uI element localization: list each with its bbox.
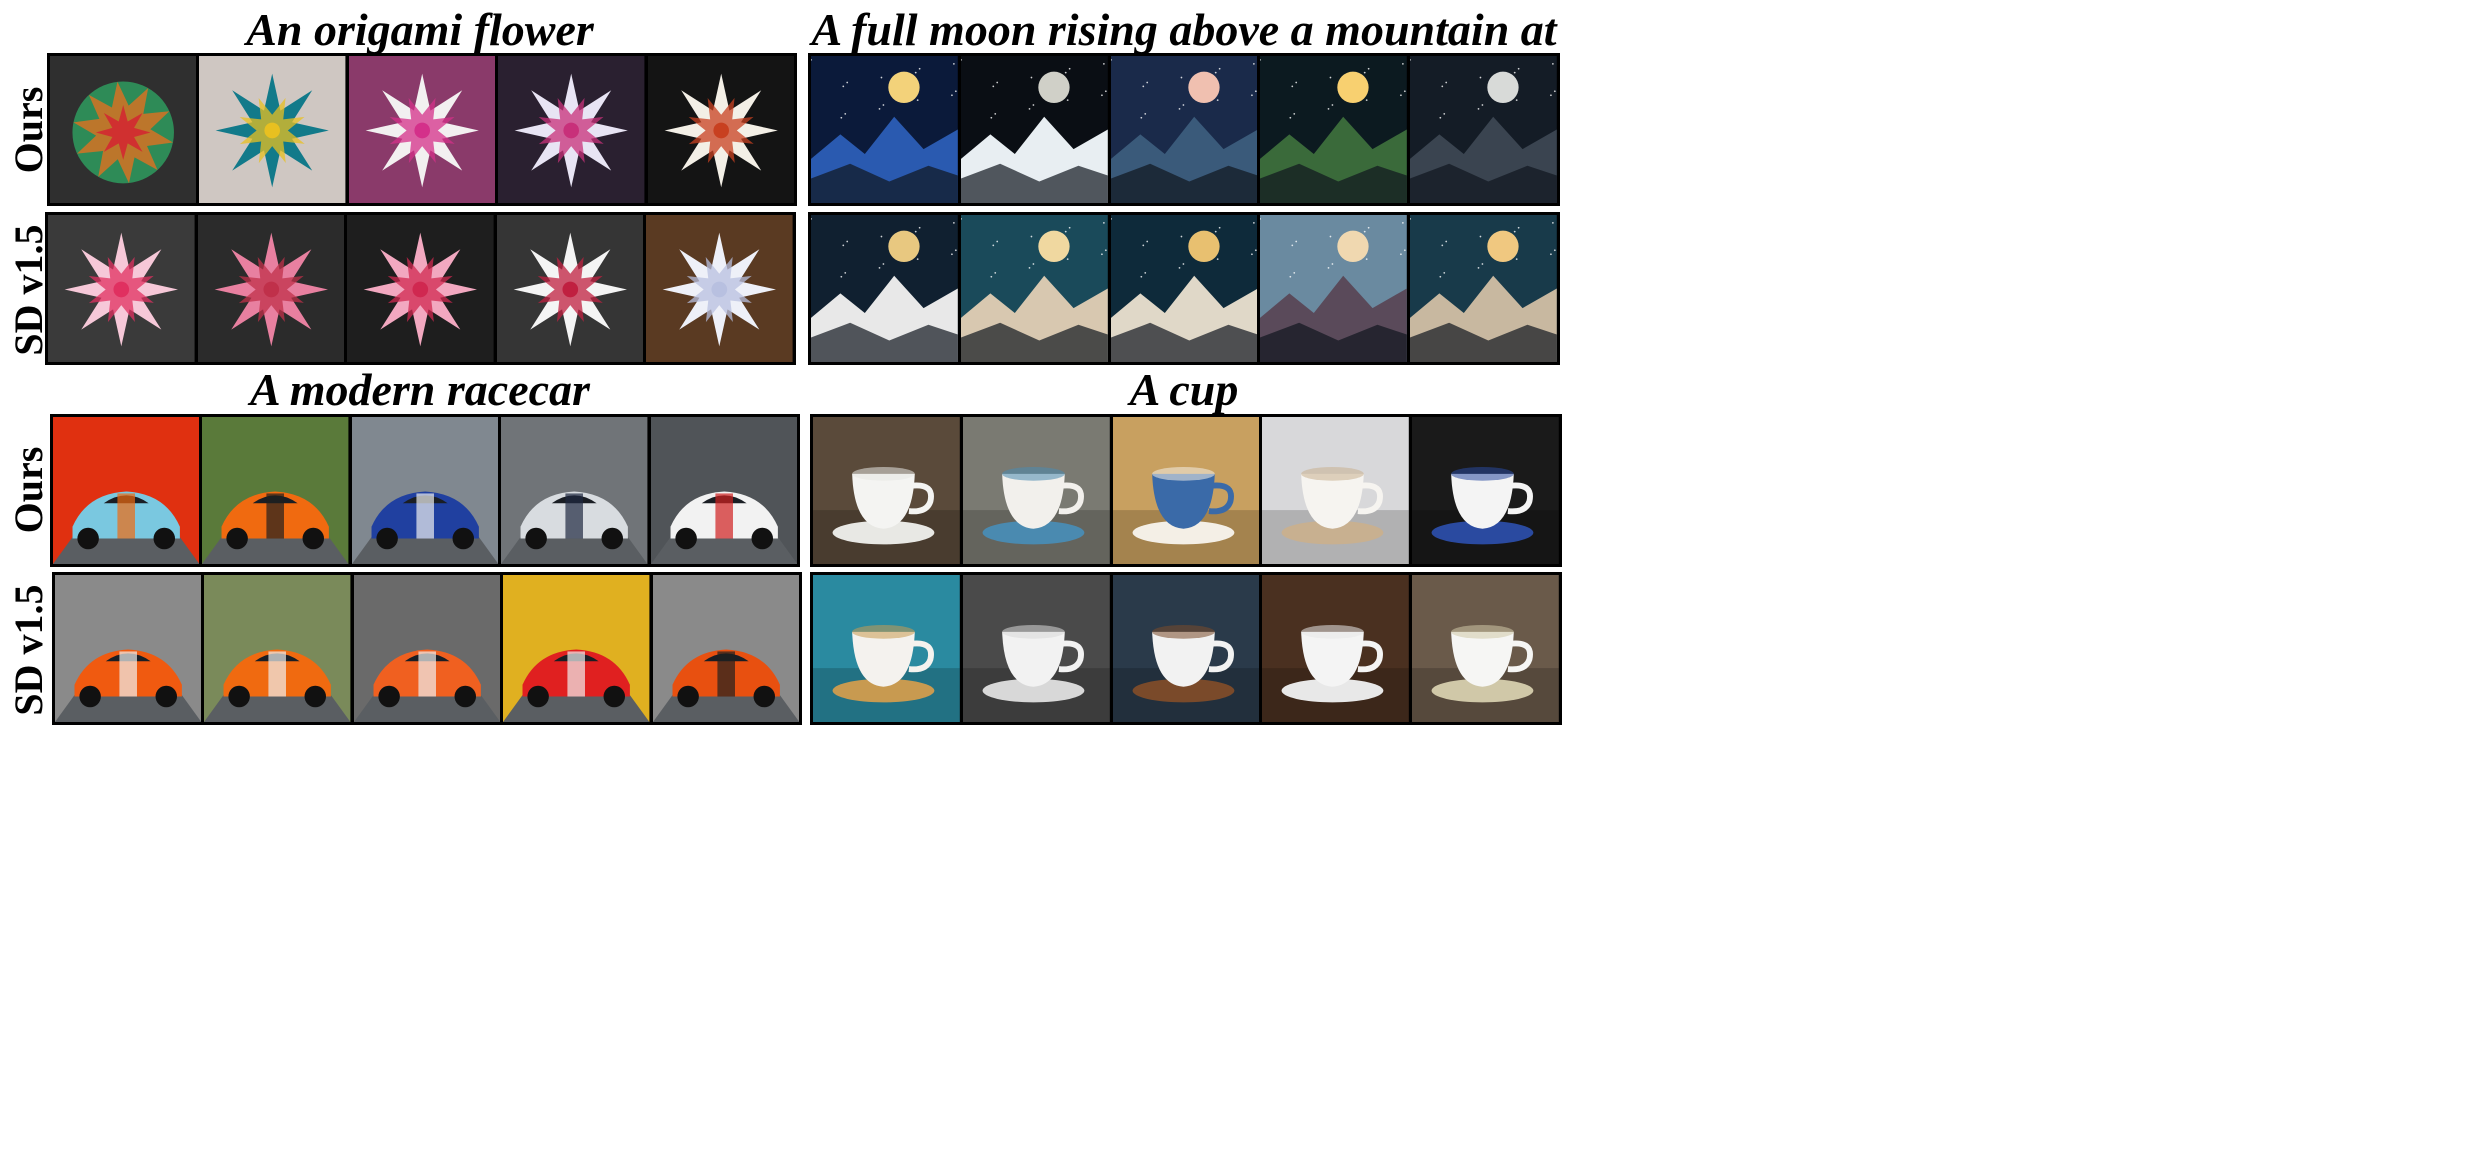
generated-image-moon-ours-2: [960, 56, 1111, 203]
generated-image-cup-baseline-4: [1262, 575, 1413, 722]
generated-image-cup-ours-2: [962, 417, 1113, 564]
generated-image-moon-ours-1: [811, 56, 961, 203]
generated-image-racecar-ours-5: [650, 417, 798, 564]
image-strip: [808, 212, 1560, 365]
generated-image-racecar-baseline-1: [55, 575, 205, 722]
generated-image-origami-baseline-3: [347, 215, 497, 362]
generated-image-moon-baseline-2: [960, 215, 1111, 362]
generated-image-cup-ours-3: [1112, 417, 1263, 564]
image-strip: [47, 53, 797, 206]
panel-title-cup: A cup: [1129, 364, 1239, 415]
generated-image-moon-baseline-3: [1110, 215, 1261, 362]
generated-image-moon-ours-5: [1410, 56, 1557, 203]
generated-image-racecar-baseline-5: [652, 575, 800, 722]
generated-image-moon-ours-4: [1260, 56, 1411, 203]
panel-title-origami: An origami flower: [246, 4, 594, 55]
generated-image-origami-ours-3: [348, 56, 499, 203]
generated-image-racecar-ours-1: [53, 417, 203, 564]
generated-image-racecar-ours-2: [202, 417, 352, 564]
generated-image-racecar-ours-4: [501, 417, 651, 564]
generated-image-origami-baseline-5: [646, 215, 793, 362]
generated-image-moon-baseline-5: [1410, 215, 1557, 362]
generated-image-cup-ours-5: [1412, 417, 1559, 564]
generated-image-origami-ours-1: [50, 56, 200, 203]
generated-image-origami-baseline-1: [48, 215, 198, 362]
generated-image-moon-baseline-4: [1260, 215, 1411, 362]
generated-image-moon-baseline-1: [811, 215, 961, 362]
generated-image-racecar-baseline-2: [204, 575, 354, 722]
image-strip: [808, 53, 1560, 206]
row-label-sd-bottom: SD v1.5: [6, 584, 51, 716]
generated-image-moon-ours-3: [1110, 56, 1261, 203]
image-strip: [52, 572, 802, 725]
generated-image-origami-baseline-2: [197, 215, 348, 362]
image-strip: [810, 572, 1562, 725]
generated-image-cup-ours-4: [1262, 417, 1413, 564]
generated-image-racecar-baseline-3: [353, 575, 504, 722]
generated-image-origami-ours-2: [199, 56, 349, 203]
generated-image-racecar-ours-3: [351, 417, 502, 564]
generated-image-cup-baseline-5: [1412, 575, 1559, 722]
generated-image-origami-ours-5: [647, 56, 795, 203]
generated-image-cup-baseline-2: [962, 575, 1113, 722]
generated-image-cup-ours-1: [813, 417, 963, 564]
image-strip: [45, 212, 796, 365]
generated-image-cup-baseline-3: [1112, 575, 1263, 722]
generated-image-origami-baseline-4: [496, 215, 647, 362]
generated-image-origami-ours-4: [498, 56, 648, 203]
generated-image-racecar-baseline-4: [503, 575, 653, 722]
panel-title-racecar: A modern racecar: [250, 364, 590, 415]
image-strip: [810, 414, 1562, 567]
image-strip: [50, 414, 800, 567]
generated-image-cup-baseline-1: [813, 575, 963, 722]
